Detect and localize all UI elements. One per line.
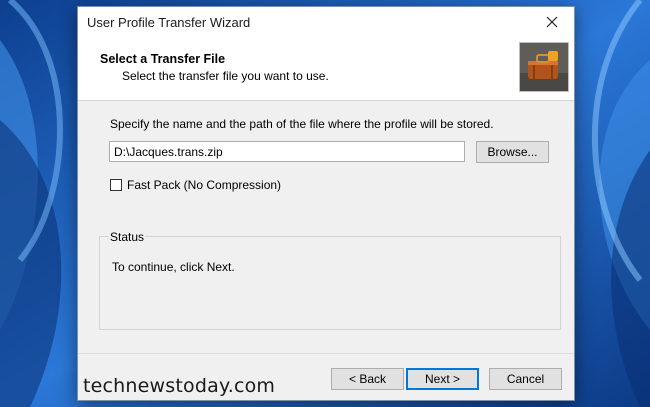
fast-pack-option[interactable]: Fast Pack (No Compression): [110, 178, 281, 192]
status-legend: Status: [109, 230, 146, 244]
browse-button[interactable]: Browse...: [476, 141, 549, 163]
transfer-file-path-input[interactable]: [109, 141, 465, 162]
page-title: Select a Transfer File: [100, 52, 226, 66]
site-watermark: technewstoday.com: [83, 375, 276, 397]
wizard-header: Select a Transfer File Select the transf…: [78, 37, 574, 101]
close-button[interactable]: [530, 7, 574, 37]
window-title: User Profile Transfer Wizard: [87, 14, 251, 30]
wizard-dialog: User Profile Transfer Wizard Select a Tr…: [77, 6, 575, 401]
title-bar[interactable]: User Profile Transfer Wizard: [78, 7, 574, 37]
fast-pack-checkbox[interactable]: [110, 179, 122, 191]
cancel-button[interactable]: Cancel: [489, 368, 562, 390]
next-button[interactable]: Next >: [406, 368, 479, 390]
footer-divider: [78, 353, 574, 354]
status-groupbox: [99, 236, 561, 330]
back-button[interactable]: < Back: [331, 368, 404, 390]
suitcase-image-icon: [519, 42, 569, 92]
close-icon: [546, 16, 558, 28]
instruction-text: Specify the name and the path of the fil…: [110, 117, 494, 131]
page-subtitle: Select the transfer file you want to use…: [122, 69, 329, 83]
status-message: To continue, click Next.: [112, 260, 235, 274]
fast-pack-label: Fast Pack (No Compression): [127, 178, 282, 192]
